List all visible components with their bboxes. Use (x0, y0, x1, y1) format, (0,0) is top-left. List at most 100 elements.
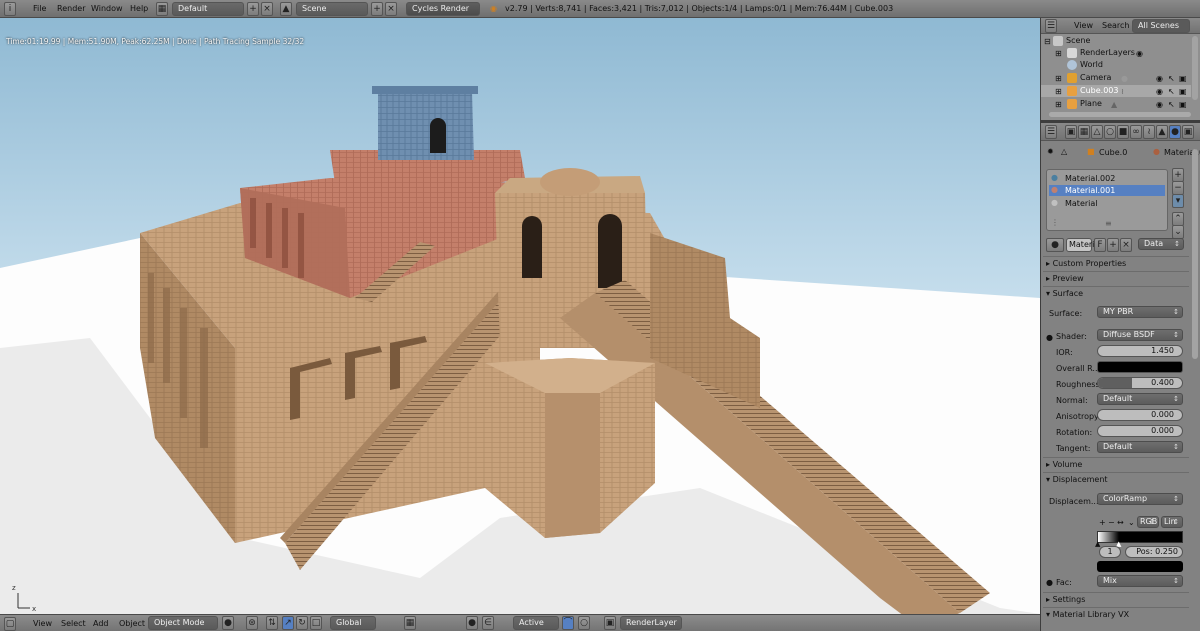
slot-remove-button[interactable]: − (1172, 181, 1184, 195)
panel-volume[interactable]: ▸ Volume (1041, 458, 1191, 472)
menu-window[interactable]: Window (91, 3, 123, 15)
outliner-display-mode[interactable]: All Scenes (1132, 19, 1190, 33)
lock-icon[interactable]: ● (466, 616, 478, 630)
render-icon[interactable]: ▣ (604, 616, 616, 630)
link-selector[interactable]: Data (1138, 238, 1184, 250)
slot-down-button[interactable]: ⌄ (1172, 225, 1184, 239)
outliner-tab-search[interactable]: Search (1102, 20, 1129, 32)
list-grip-icon[interactable]: ≡ (1105, 219, 1112, 228)
constraints-tab-icon[interactable]: ∞ (1130, 125, 1142, 139)
material-name-field[interactable]: Materi (1066, 238, 1094, 252)
menu-file[interactable]: File (33, 3, 46, 15)
fac-socket-icon[interactable]: ● (1046, 578, 1053, 587)
outliner-tab-view[interactable]: View (1074, 20, 1093, 32)
render-camera-icon[interactable]: ▣ (1179, 99, 1187, 111)
material-new-button[interactable]: + (1107, 238, 1119, 252)
ramp-color-mode[interactable]: RGB (1137, 516, 1159, 528)
material-browse-icon[interactable]: ● (1046, 238, 1064, 252)
ramp-flip-icon[interactable]: ↔ (1117, 518, 1124, 527)
snap-toggle-icon[interactable]: ⌒ (562, 616, 574, 630)
rotation-slider[interactable]: 0.000 (1097, 425, 1183, 437)
translate-icon[interactable]: ↗ (282, 616, 294, 630)
select-arrow-icon[interactable]: ↖ (1168, 86, 1175, 98)
displacement-selector[interactable]: ColorRamp (1097, 493, 1183, 505)
layout-selector[interactable]: Default (172, 2, 244, 16)
visibility-eye-icon[interactable]: ◉ (1156, 73, 1163, 85)
color-ramp-bar[interactable] (1097, 531, 1183, 543)
tangent-selector[interactable]: Default (1097, 441, 1183, 453)
scene-tab-icon[interactable]: △ (1091, 125, 1103, 139)
slot-up-button[interactable]: ⌃ (1172, 212, 1184, 226)
slot-add-button[interactable]: + (1172, 168, 1184, 182)
render-camera-icon[interactable]: ▣ (1179, 73, 1187, 85)
panel-settings[interactable]: ▸ Settings (1041, 593, 1191, 607)
scale-icon[interactable]: □ (310, 616, 322, 630)
ramp-menu-icon[interactable]: ⌄ (1128, 518, 1135, 527)
select-arrow-icon[interactable]: ↖ (1168, 73, 1175, 85)
panel-custom-properties[interactable]: ▸ Custom Properties (1041, 257, 1191, 271)
layout-add-button[interactable]: + (247, 2, 259, 16)
data-tab-icon[interactable]: ▲ (1156, 125, 1168, 139)
editor-type-icon[interactable]: i (4, 2, 16, 16)
outliner-row-camera[interactable]: ⊞ Camera ● ◉ ↖ ▣ (1041, 72, 1191, 84)
normal-selector[interactable]: Default (1097, 393, 1183, 405)
ramp-add-icon[interactable]: + (1099, 518, 1106, 527)
render-engine-selector[interactable]: Cycles Render (406, 2, 480, 16)
outliner-editor-icon[interactable]: ☰ (1045, 19, 1057, 33)
surface-selector[interactable]: MY PBR (1097, 306, 1183, 318)
material-slot-active[interactable]: ● Material.001 (1049, 185, 1165, 196)
ramp-index[interactable]: 1 (1099, 546, 1121, 558)
visibility-eye-icon[interactable]: ◉ (1156, 99, 1163, 111)
orientation-selector[interactable]: Global (330, 616, 376, 630)
outliner-row-scene[interactable]: ⊟ Scene (1041, 35, 1191, 47)
slot-specials-button[interactable]: ▾ (1172, 194, 1184, 208)
ramp-remove-icon[interactable]: − (1108, 518, 1115, 527)
panel-preview[interactable]: ▸ Preview (1041, 272, 1191, 286)
menu-select[interactable]: Select (61, 618, 86, 630)
pin-icon[interactable]: ✹ (1047, 147, 1054, 156)
material-unlink-button[interactable]: × (1120, 238, 1132, 252)
shading-icon[interactable]: ● (222, 616, 234, 630)
ramp-stop-0[interactable]: ▲ (1095, 540, 1100, 548)
outliner-scrollbar[interactable] (1049, 112, 1191, 117)
rotate-icon[interactable]: ↻ (296, 616, 308, 630)
shader-socket-icon[interactable]: ● (1046, 333, 1053, 342)
render-camera-icon[interactable]: ▣ (1179, 86, 1187, 98)
ior-field[interactable]: 1.450 (1097, 345, 1183, 357)
scene-selector[interactable]: Scene (296, 2, 368, 16)
outliner-row-renderlayers[interactable]: ⊞ RenderLayers ◉ (1041, 47, 1191, 59)
roughness-slider[interactable]: 0.400 (1097, 377, 1183, 389)
scene-icon[interactable]: ▲ (280, 2, 292, 16)
menu-render[interactable]: Render (57, 3, 85, 15)
layout-grid-icon[interactable]: ▦ (156, 2, 168, 16)
3d-viewport[interactable]: z x Time:01:19.99 | Mem:51.90M, Peak:62.… (0, 18, 1040, 614)
fac-selector[interactable]: Mix (1097, 575, 1183, 587)
properties-vscroll[interactable] (1192, 149, 1198, 359)
anisotropy-field[interactable]: 0.000 (1097, 409, 1183, 421)
pivot-icon[interactable]: ⊛ (246, 616, 258, 630)
ramp-interpolation[interactable]: Lin (1161, 516, 1183, 528)
panel-displacement[interactable]: ▾ Displacement (1041, 473, 1191, 487)
modifiers-tab-icon[interactable]: ≀ (1143, 125, 1155, 139)
properties-editor-icon[interactable]: ☰ (1045, 125, 1057, 139)
visibility-eye-icon[interactable]: ◉ (1156, 86, 1163, 98)
pivot-selector[interactable]: Active (513, 616, 559, 630)
material-slot[interactable]: ● Material.002 (1049, 173, 1165, 184)
outliner-row-cube[interactable]: ⊞ Cube.003 ≀ ◉ ↖ ▣ (1041, 85, 1191, 97)
menu-help[interactable]: Help (130, 3, 148, 15)
color-swatch[interactable] (1097, 361, 1183, 373)
proportional-icon[interactable]: ○ (578, 616, 590, 630)
ramp-stop-color[interactable] (1097, 561, 1183, 572)
outliner-row-world[interactable]: World (1041, 59, 1191, 71)
shader-selector[interactable]: Diffuse BSDF (1097, 329, 1183, 341)
ramp-position[interactable]: Pos: 0.250 (1125, 546, 1183, 558)
manipulator-icon[interactable]: ⇅ (266, 616, 278, 630)
panel-material-library[interactable]: ▾ Material Library VX (1041, 608, 1191, 622)
list-resize-icon[interactable]: ⋮ (1051, 218, 1059, 227)
outliner-vscroll[interactable] (1192, 36, 1198, 100)
renderlayer-tab-icon[interactable]: ▦ (1078, 125, 1090, 139)
menu-object[interactable]: Object (119, 618, 145, 630)
material-tab-icon[interactable]: ● (1169, 125, 1181, 139)
snap-icon[interactable]: ∈ (482, 616, 494, 630)
layer-grid-icon[interactable]: ▦ (404, 616, 416, 630)
